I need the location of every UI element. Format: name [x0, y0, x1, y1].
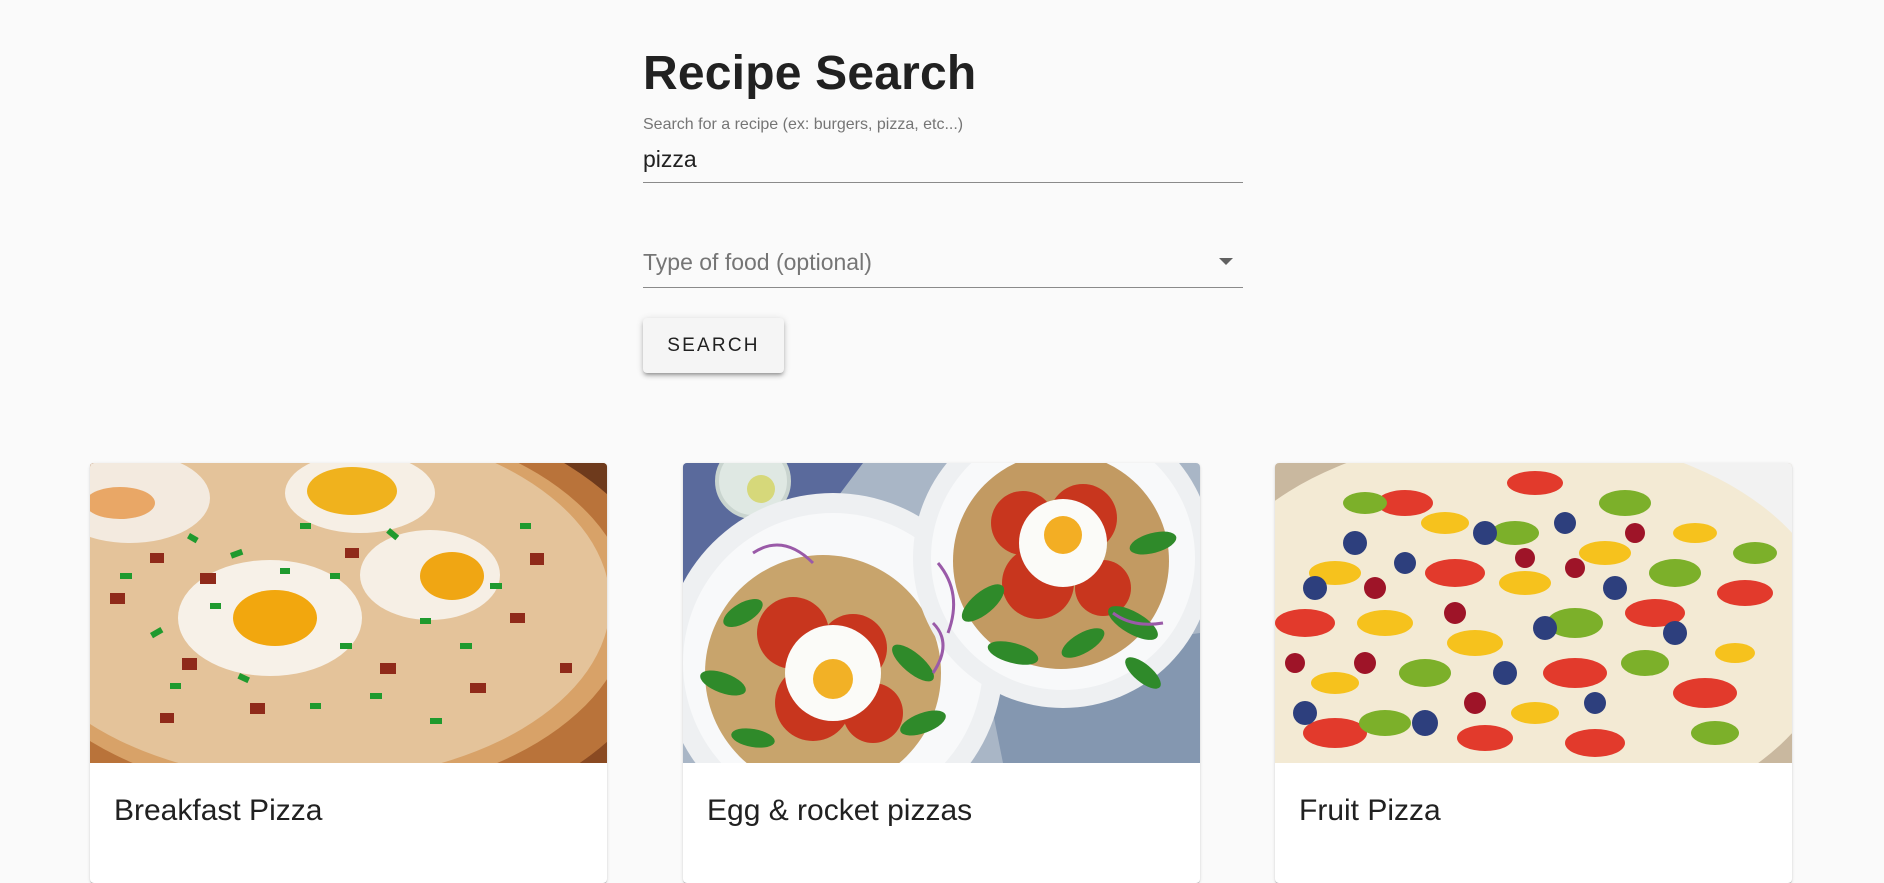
recipe-card[interactable]: Fruit Pizza	[1275, 463, 1792, 883]
search-button[interactable]: SEARCH	[643, 318, 784, 373]
search-input[interactable]	[643, 142, 1243, 176]
recipe-card[interactable]: Breakfast Pizza	[90, 463, 607, 883]
fruit-pizza-image	[1275, 463, 1792, 763]
search-field[interactable]: Search for a recipe (ex: burgers, pizza,…	[643, 116, 1243, 183]
page-title: Recipe Search	[643, 47, 977, 100]
recipe-card-title: Breakfast Pizza	[114, 794, 323, 827]
search-label: Search for a recipe (ex: burgers, pizza,…	[643, 116, 964, 133]
egg-rocket-pizzas-image	[683, 463, 1200, 763]
arrow-drop-down-icon	[1219, 258, 1233, 265]
breakfast-pizza-image	[90, 463, 607, 763]
recipe-card[interactable]: Egg & rocket pizzas	[683, 463, 1200, 883]
recipe-card-title: Egg & rocket pizzas	[707, 794, 973, 827]
recipe-card-title: Fruit Pizza	[1299, 794, 1441, 827]
food-type-select[interactable]: Type of food (optional)	[643, 238, 1243, 288]
food-type-placeholder: Type of food (optional)	[643, 249, 872, 275]
